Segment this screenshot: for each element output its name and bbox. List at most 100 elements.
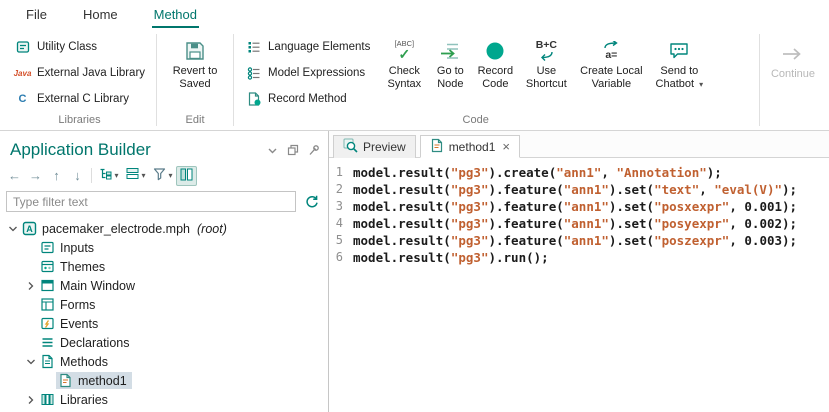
model-expressions-icon [245,65,262,82]
panel-header: Application Builder [0,131,328,163]
use-shortcut-icon: B+C [536,37,557,64]
chevron-down-icon[interactable] [24,357,38,367]
send-to-chatbot-button[interactable]: Send to Chatbot ▾ [648,32,710,91]
language-elements-button[interactable]: Language Elements [241,34,374,60]
ribbon-separator [233,34,234,126]
panel-menu-icon[interactable] [267,145,278,156]
utility-class-button[interactable]: Utility Class [10,34,149,60]
tab-home[interactable]: Home [81,3,120,28]
tab-method[interactable]: Method [152,3,199,28]
tree-nodes-menu-button[interactable]: ▾ [95,166,122,186]
line-number: 1 [333,164,353,181]
tree-item-body[interactable]: Declarations [38,334,134,351]
back-button[interactable]: ← [4,166,25,186]
tree-item-body[interactable]: Themes [38,258,110,275]
chevron-down-icon[interactable] [6,224,20,234]
code-line[interactable]: 5model.result("pg3").feature("ann1").set… [333,232,829,249]
tree-item-themes[interactable]: Themes [0,257,328,276]
use-shortcut-button[interactable]: B+C Use Shortcut [518,32,574,90]
chevron-right-icon[interactable] [24,395,38,405]
continue-button[interactable]: Continue [761,28,825,130]
tree-item-body[interactable]: Apacemaker_electrode.mph(root) [20,220,232,237]
close-tab-icon[interactable]: × [502,140,510,153]
tree-item-forms[interactable]: Forms [0,295,328,314]
toolbar-separator [91,168,92,183]
preview-icon [343,138,358,156]
group-nodes-menu-button[interactable]: ▾ [122,166,149,186]
tab-method1[interactable]: method1 × [420,135,520,158]
code-line[interactable]: 4model.result("pg3").feature("ann1").set… [333,215,829,232]
tree-item-inputs[interactable]: Inputs [0,238,328,257]
create-local-variable-label: Create Local Variable [578,65,644,90]
forward-button[interactable]: → [25,166,46,186]
external-java-library-button[interactable]: Java External Java Library [10,60,149,86]
code-editor[interactable]: 1model.result("pg3").create("ann1", "Ann… [329,158,829,412]
create-local-variable-button[interactable]: a= Create Local Variable [574,32,648,90]
code-line[interactable]: 3model.result("pg3").feature("ann1").set… [333,198,829,215]
code-line[interactable]: 6model.result("pg3").run(); [333,249,829,266]
chatbot-icon [667,37,691,64]
check-syntax-button[interactable]: [ABC] ✓ Check Syntax [380,32,428,90]
c-icon: C [14,91,31,108]
tab-label: Preview [363,140,406,154]
show-details-toggle-button[interactable] [176,166,197,186]
tree-item-methods[interactable]: Methods [0,352,328,371]
record-code-icon [483,37,507,64]
ribbon-tabbar: File Home Method [0,0,829,28]
editor-area: Preview method1 × 1model.result("pg3").c… [329,131,829,412]
go-to-node-icon [438,37,462,64]
chevron-down-icon: ▾ [699,80,703,89]
tab-preview[interactable]: Preview [333,135,416,158]
tree-item-method1[interactable]: method1 [0,371,328,390]
external-c-library-button[interactable]: C External C Library [10,86,149,112]
application-builder-panel: Application Builder ← → ↑ ↓ ▾ ▾ [0,131,329,412]
check-syntax-icon: [ABC] ✓ [395,37,415,64]
tree-item-body[interactable]: method1 [56,372,132,389]
code-line[interactable]: 2model.result("pg3").feature("ann1").set… [333,181,829,198]
tree-item-body[interactable]: Events [38,315,103,332]
refresh-icon[interactable] [302,193,320,211]
tree-item-body[interactable]: Inputs [38,239,99,256]
record-method-button[interactable]: Record Method [241,86,374,112]
ribbon-group-continue: Continue [758,28,825,130]
utility-class-icon [14,39,31,56]
tree-item-main-window[interactable]: Main Window [0,276,328,295]
float-panel-icon[interactable] [287,144,299,156]
libraries-icon [40,392,55,407]
ribbon-separator [759,34,760,126]
tree-item-label: Events [60,317,98,331]
tree-item-body[interactable]: Forms [38,296,100,313]
tab-label: method1 [449,140,496,154]
tree-item-body[interactable]: Methods [38,353,113,370]
external-c-library-label: External C Library [37,93,129,105]
continue-arrow-icon [780,40,806,67]
go-to-node-button[interactable]: Go to Node [428,32,472,90]
filter-menu-button[interactable]: ▾ [149,166,176,186]
tree-item-label: Forms [60,298,95,312]
code-line[interactable]: 1model.result("pg3").create("ann1", "Ann… [333,164,829,181]
code-text: model.result("pg3").feature("ann1").set(… [353,198,797,215]
filter-input[interactable] [6,191,296,212]
pin-icon[interactable] [308,144,320,156]
tab-file[interactable]: File [24,3,49,28]
tree-item-body[interactable]: Libraries [38,391,113,408]
editor-tabbar: Preview method1 × [329,131,829,158]
tree-item-body[interactable]: Main Window [38,277,140,294]
move-up-button[interactable]: ↑ [46,166,67,186]
tree: Apacemaker_electrode.mph(root) Inputs Them… [0,216,328,412]
record-code-button[interactable]: Record Code [472,32,518,90]
code-text: model.result("pg3").feature("ann1").set(… [353,232,797,249]
revert-to-saved-label: Revert to Saved [168,65,222,90]
continue-label: Continue [771,68,815,81]
tree-item-declarations[interactable]: Declarations [0,333,328,352]
move-down-button[interactable]: ↓ [67,166,88,186]
model-expressions-button[interactable]: Model Expressions [241,60,374,86]
tree-item-events[interactable]: Events [0,314,328,333]
chevron-right-icon[interactable] [24,281,38,291]
tree-item-label: Themes [60,260,105,274]
revert-to-saved-button[interactable]: Revert to Saved [164,32,226,90]
events-icon [40,316,55,331]
tree-item-pacemaker-electrode-mph[interactable]: Apacemaker_electrode.mph(root) [0,219,328,238]
line-number: 2 [333,181,353,198]
tree-item-libraries[interactable]: Libraries [0,390,328,409]
